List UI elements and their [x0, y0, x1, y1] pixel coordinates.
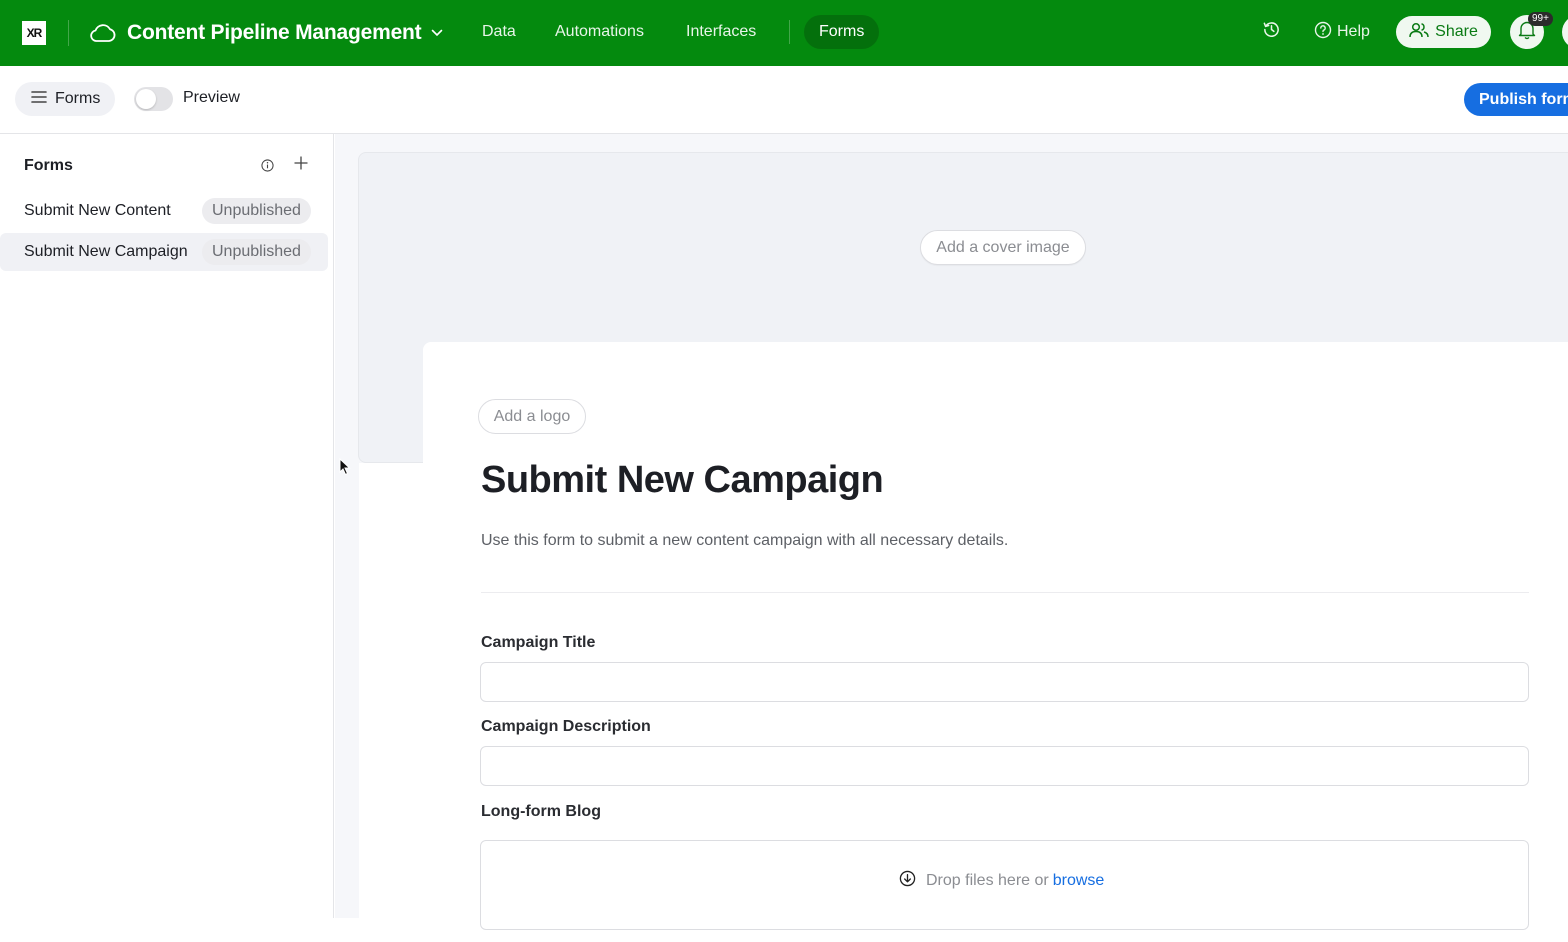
sidebar-title: Forms: [24, 157, 73, 174]
divider: [68, 20, 69, 46]
nav-data[interactable]: Data: [482, 15, 516, 49]
form-name: Submit New Campaign: [24, 243, 188, 260]
preview-toggle[interactable]: [134, 87, 173, 111]
field-label-campaign-title: Campaign Title: [481, 634, 596, 651]
notification-count-badge: 99+: [1528, 12, 1553, 26]
menu-icon: [31, 90, 47, 109]
form-title[interactable]: Submit New Campaign: [481, 459, 884, 502]
preview-label: Preview: [183, 89, 240, 106]
mouse-cursor-icon: [339, 458, 351, 476]
sidebar-item-submit-new-content[interactable]: Submit New Content Unpublished: [0, 192, 328, 230]
form-description[interactable]: Use this form to submit a new content ca…: [481, 532, 1008, 550]
base-name-dropdown[interactable]: Content Pipeline Management: [88, 16, 443, 50]
field-label-long-form-blog: Long-form Blog: [481, 803, 601, 820]
help-button[interactable]: Help: [1314, 15, 1370, 49]
divider: [789, 20, 790, 44]
history-button[interactable]: [1262, 15, 1281, 49]
info-icon[interactable]: [261, 159, 274, 172]
toggle-knob: [136, 89, 156, 109]
status-badge: Unpublished: [202, 198, 311, 224]
nav-interfaces[interactable]: Interfaces: [686, 15, 756, 49]
share-label: Share: [1435, 23, 1478, 40]
add-form-icon[interactable]: [294, 156, 310, 172]
divider: [481, 592, 1529, 593]
forms-sidebar: Forms Submit New Content Unpublished Sub…: [0, 134, 334, 918]
dropzone-text: Drop files here or: [926, 872, 1049, 889]
nav-forms[interactable]: Forms: [804, 15, 880, 49]
dropzone-content: Drop files here or browse: [899, 870, 1104, 892]
top-bar: XR Content Pipeline Management Data Auto…: [0, 0, 1568, 66]
chevron-down-icon: [431, 29, 443, 37]
status-badge: Unpublished: [202, 239, 311, 265]
add-logo-button[interactable]: Add a logo: [478, 399, 586, 434]
forms-toggle-label: Forms: [55, 90, 101, 107]
campaign-description-input[interactable]: [480, 746, 1529, 786]
share-button[interactable]: Share: [1396, 16, 1491, 48]
browse-link[interactable]: browse: [1053, 872, 1105, 890]
cloud-icon: [88, 22, 117, 44]
base-name: Content Pipeline Management: [127, 21, 422, 44]
sidebar-item-submit-new-campaign[interactable]: Submit New Campaign Unpublished: [0, 233, 328, 271]
form-background: [359, 463, 429, 918]
nav-automations[interactable]: Automations: [555, 15, 644, 49]
add-cover-image-button[interactable]: Add a cover image: [920, 230, 1086, 265]
history-icon: [1262, 20, 1281, 44]
field-label-campaign-description: Campaign Description: [481, 718, 651, 735]
form-toolbar: Forms Preview Publish form: [0, 66, 1568, 134]
avatar[interactable]: [1562, 15, 1568, 49]
help-circle-icon: [1314, 21, 1332, 44]
form-name: Submit New Content: [24, 202, 171, 219]
download-circle-icon: [899, 870, 916, 892]
users-icon: [1409, 22, 1429, 43]
forms-sidebar-toggle[interactable]: Forms: [15, 82, 115, 116]
app-logo[interactable]: XR: [22, 21, 46, 45]
help-label: Help: [1337, 23, 1370, 40]
campaign-title-input[interactable]: [480, 662, 1529, 702]
publish-form-button[interactable]: Publish form: [1464, 83, 1568, 116]
